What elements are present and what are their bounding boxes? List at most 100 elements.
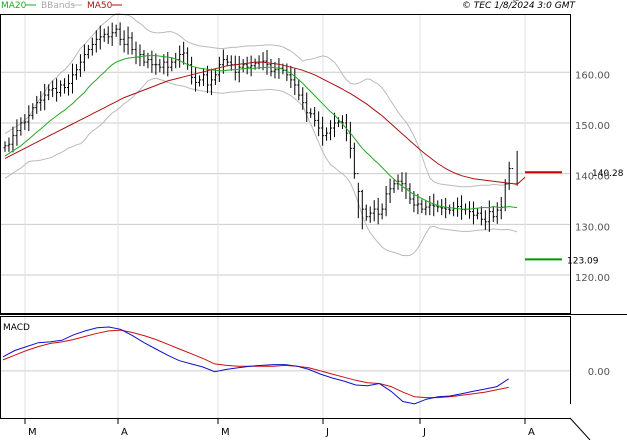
- price-bar: [372, 200, 376, 222]
- price-bar: [360, 189, 364, 230]
- price-bar: [55, 78, 59, 102]
- price-bars: [3, 0, 519, 232]
- price-bar: [515, 0, 519, 186]
- grid-lines: [0, 14, 570, 418]
- price-bar: [384, 186, 388, 217]
- moving-averages: [4, 55, 526, 210]
- price-bar: [491, 205, 495, 222]
- y-axis-labels: 120.00 130.00 140.00 150.00 160.00 0.00: [575, 70, 610, 378]
- price-bar: [110, 22, 114, 46]
- price-bar: [380, 203, 384, 220]
- x-tick-label: J: [325, 427, 329, 438]
- price-bar: [467, 201, 471, 219]
- x-tick-label: M: [221, 427, 230, 438]
- price-bar: [368, 206, 372, 223]
- price-bar: [404, 172, 408, 199]
- price-bar: [63, 78, 67, 94]
- price-bar: [202, 68, 205, 86]
- price-bar: [186, 47, 190, 70]
- price-bar: [392, 179, 396, 193]
- bollinger-bands: [4, 13, 518, 257]
- price-bar: [309, 108, 313, 118]
- price-bar: [158, 59, 162, 73]
- price-bar: [408, 183, 412, 205]
- macd-y-tick-label: 0.00: [588, 367, 610, 378]
- y-tick-label: 130.00: [575, 222, 610, 233]
- price-bar: [356, 173, 360, 219]
- legend-ma20: MA20: [1, 1, 27, 11]
- price-bar: [511, 0, 515, 170]
- price-bar: [70, 63, 74, 94]
- x-axis-labels: MAMJJA: [24, 418, 535, 438]
- price-bar: [67, 74, 71, 96]
- price-bar: [456, 197, 460, 217]
- price-levels: 140.28123.09: [525, 169, 624, 266]
- price-bar: [23, 114, 27, 131]
- bband-lower: [4, 77, 518, 257]
- price-bar: [432, 193, 436, 217]
- bband-upper: [4, 13, 518, 188]
- price-bar: [325, 127, 329, 141]
- price-bar: [448, 204, 452, 215]
- price-bar: [90, 37, 94, 56]
- price-bar: [7, 137, 11, 152]
- price-bar: [245, 56, 249, 75]
- source-timestamp: © TEC 1/8/2024 3:0 GMT: [462, 1, 577, 11]
- price-bar: [170, 57, 174, 72]
- price-bar: [94, 30, 98, 53]
- legend-ma50: MA50: [87, 1, 113, 11]
- price-bar: [487, 200, 491, 232]
- x-tick-label: A: [121, 427, 128, 438]
- price-bar: [507, 161, 511, 190]
- y-tick-label: 160.00: [575, 70, 610, 81]
- price-bar: [388, 178, 392, 204]
- price-bar: [420, 199, 424, 214]
- y-tick-label: 120.00: [575, 273, 610, 284]
- legend: MA20 BBands MA50: [1, 1, 122, 11]
- price-bar: [51, 80, 55, 98]
- price-bar: [289, 65, 293, 88]
- price-bar: [106, 26, 110, 44]
- y-tick-label: 150.00: [575, 121, 610, 132]
- price-bar: [118, 22, 122, 46]
- price-bar: [503, 179, 507, 212]
- price-bar: [102, 28, 106, 42]
- x-tick-label: M: [28, 427, 37, 438]
- axis-corner-line: [569, 417, 591, 440]
- price-bar: [182, 41, 186, 65]
- price-bar: [122, 30, 126, 53]
- price-bar: [301, 87, 305, 110]
- legend-bbands: BBands: [41, 1, 75, 11]
- price-bar: [194, 67, 198, 92]
- price-bar: [39, 91, 43, 111]
- price-bar: [376, 197, 380, 225]
- price-bar: [460, 195, 464, 220]
- price-bar: [150, 50, 154, 73]
- stock-chart: 140.28123.09 120.00 130.00 140.00 150.00 160…: [0, 0, 627, 440]
- price-bar: [428, 196, 432, 216]
- price-bar: [317, 111, 321, 137]
- price-bar: [190, 56, 194, 85]
- axes: [0, 14, 627, 440]
- price-bar: [130, 32, 134, 55]
- axis-corner: [570, 404, 627, 418]
- price-bar: [205, 65, 209, 94]
- ma20-line: [4, 55, 518, 210]
- price-bar: [424, 200, 428, 216]
- price-bar: [364, 204, 368, 221]
- price-bar: [178, 45, 182, 68]
- price-bar: [452, 201, 456, 217]
- price-bar: [321, 116, 325, 146]
- price-bar: [78, 54, 82, 77]
- price-bar: [162, 54, 166, 75]
- price-bar: [225, 55, 229, 67]
- macd-title: MACD: [3, 323, 30, 333]
- price-bar: [82, 44, 86, 72]
- price-bar: [479, 206, 483, 226]
- price-bar: [59, 80, 63, 97]
- price-bar: [400, 172, 404, 192]
- price-bar: [134, 41, 138, 65]
- price-bar: [444, 197, 448, 219]
- x-tick-label: A: [528, 427, 535, 438]
- price-bar: [98, 25, 102, 50]
